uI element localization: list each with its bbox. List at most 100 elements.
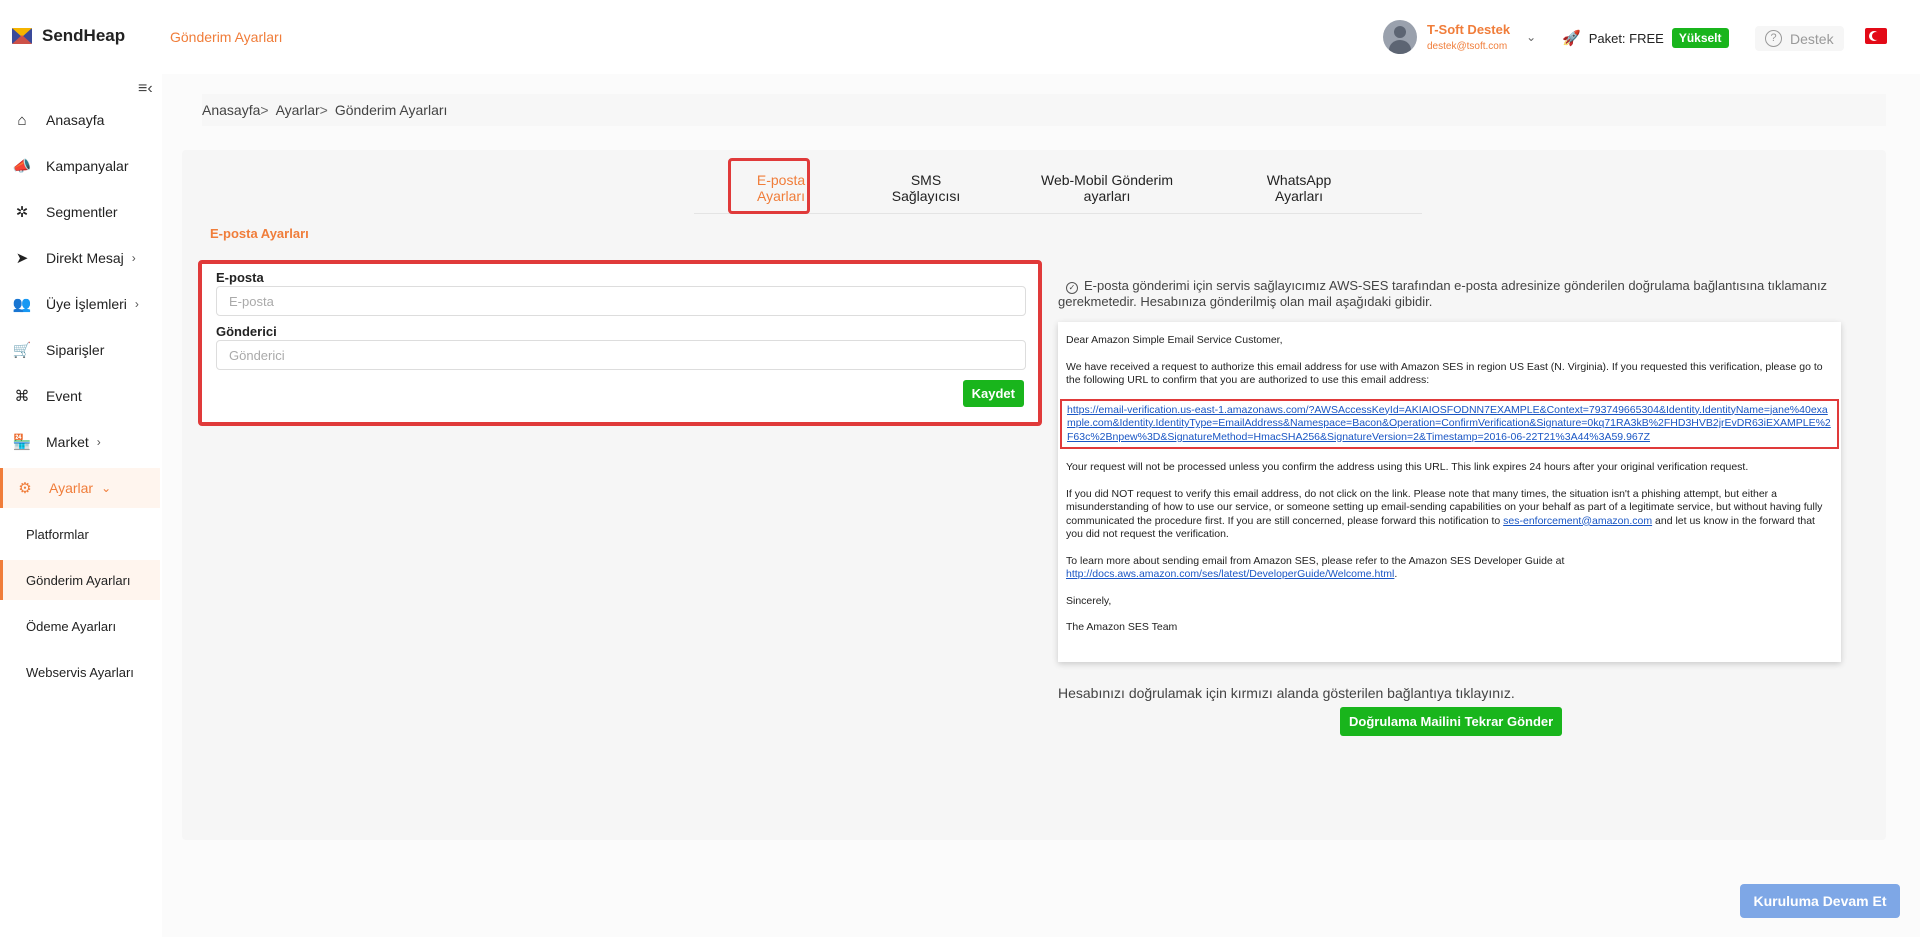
verification-link[interactable]: https://email-verification.us-east-1.ama… bbox=[1067, 404, 1831, 443]
app-name: SendHeap bbox=[42, 26, 126, 45]
sidebar-item-siparisler[interactable]: 🛒 Siparişler bbox=[0, 330, 160, 370]
package-label: Paket: FREE bbox=[1588, 30, 1664, 46]
user-menu[interactable]: T-Soft Destek destek@tsoft.com ⌄ bbox=[1373, 14, 1543, 60]
sample-email: Dear Amazon Simple Email Service Custome… bbox=[1058, 322, 1841, 662]
breadcrumb: Anasayfa > Ayarlar > Gönderim Ayarları bbox=[202, 94, 1886, 126]
sidebar-subitem-gonderim-ayarlari[interactable]: Gönderim Ayarları bbox=[0, 560, 160, 600]
info-text-content: E-posta gönderimi için servis sağlayıcım… bbox=[1058, 278, 1828, 309]
sidebar-item-kampanyalar[interactable]: 📣 Kampanyalar bbox=[0, 146, 160, 186]
breadcrumb-separator: > bbox=[319, 102, 328, 118]
breadcrumb-settings[interactable]: Ayarlar bbox=[276, 102, 320, 118]
tab-sms-provider[interactable]: SMS Sağlayıcısı bbox=[886, 172, 966, 204]
tab-web-mobile[interactable]: Web-Mobil Gönderim ayarları bbox=[1032, 172, 1182, 204]
send-icon: ➤ bbox=[15, 250, 29, 267]
email-paragraph: If you did NOT request to verify this em… bbox=[1066, 488, 1833, 542]
save-button[interactable]: Kaydet bbox=[962, 380, 1024, 407]
gear-icon: ⚙ bbox=[18, 480, 32, 497]
email-text: To learn more about sending email from A… bbox=[1066, 554, 1565, 567]
tab-whatsapp[interactable]: WhatsApp Ayarları bbox=[1254, 172, 1344, 204]
tab-label: Ayarları bbox=[1275, 188, 1323, 204]
sidebar-item-label: Üye İşlemleri bbox=[46, 296, 127, 312]
sidebar-item-label: Kampanyalar bbox=[46, 158, 129, 174]
home-icon: ⌂ bbox=[17, 111, 27, 129]
tab-label: Web-Mobil Gönderim bbox=[1040, 172, 1173, 188]
users-icon: 👥 bbox=[12, 296, 32, 313]
email-label: E-posta bbox=[216, 270, 264, 285]
verify-note: Hesabınızı doğrulamak için kırmızı aland… bbox=[1058, 685, 1515, 701]
sidebar-item-label: Event bbox=[46, 388, 82, 404]
sidebar-item-label: Direkt Mesaj bbox=[46, 250, 124, 266]
logo-icon bbox=[12, 28, 32, 44]
settings-card: E-posta Ayarları SMS Sağlayıcısı Web-Mob… bbox=[182, 150, 1886, 840]
upgrade-button[interactable]: Yükselt bbox=[1671, 28, 1729, 48]
sidebar-item-market[interactable]: 🏪 Market › bbox=[0, 422, 160, 462]
info-text: ✓ E-posta gönderimi için servis sağlayıcı… bbox=[1058, 278, 1878, 309]
sidebar-item-ayarlar[interactable]: ⚙ Ayarlar ⌄ bbox=[0, 468, 160, 508]
tab-label: WhatsApp bbox=[1266, 172, 1332, 188]
sidebar: ≡‹ ⌂ Anasayfa 📣 Kampanyalar ✲ Segmentler… bbox=[0, 74, 162, 937]
megaphone-icon: 📣 bbox=[12, 158, 32, 175]
sender-field[interactable] bbox=[216, 340, 1026, 370]
sidebar-item-uye-islemleri[interactable]: 👥 Üye İşlemleri › bbox=[0, 284, 160, 324]
store-icon: 🏪 bbox=[12, 434, 32, 451]
check-circle-icon: ✓ bbox=[1066, 282, 1078, 294]
continue-setup-button[interactable]: Kuruluma Devam Et bbox=[1740, 884, 1900, 918]
developer-guide-link[interactable]: http://docs.aws.amazon.com/ses/latest/De… bbox=[1066, 568, 1394, 580]
sidebar-subitem-platformlar[interactable]: Platformlar bbox=[0, 514, 160, 554]
user-name: T-Soft Destek bbox=[1427, 22, 1511, 37]
segments-icon: ✲ bbox=[15, 204, 29, 221]
app-logo[interactable]: SendHeap bbox=[12, 26, 125, 46]
resend-verification-button[interactable]: Doğrulama Mailini Tekrar Gönder bbox=[1340, 707, 1563, 736]
chevron-down-icon[interactable]: ⌄ bbox=[1526, 30, 1536, 44]
tab-label: Sağlayıcısı bbox=[891, 188, 961, 204]
support-label: Destek bbox=[1790, 30, 1834, 47]
chevron-down-icon: ⌄ bbox=[101, 481, 112, 495]
breadcrumb-separator: > bbox=[260, 102, 269, 118]
sidebar-item-label: Siparişler bbox=[46, 342, 105, 358]
sidebar-item-direkt-mesaj[interactable]: ➤ Direkt Mesaj › bbox=[0, 238, 160, 278]
email-field[interactable] bbox=[216, 286, 1026, 316]
enforcement-email-link[interactable]: ses-enforcement@amazon.com bbox=[1503, 515, 1652, 527]
verification-link-highlight: https://email-verification.us-east-1.ama… bbox=[1060, 398, 1839, 449]
avatar bbox=[1383, 20, 1417, 54]
sidebar-item-segmentler[interactable]: ✲ Segmentler bbox=[0, 192, 160, 232]
email-greeting: Dear Amazon Simple Email Service Custome… bbox=[1066, 334, 1283, 346]
command-icon: ⌘ bbox=[14, 388, 30, 405]
chevron-right-icon: › bbox=[96, 435, 101, 449]
page-title: Gönderim Ayarları bbox=[170, 29, 283, 45]
sidebar-subitem-odeme-ayarlari[interactable]: Ödeme Ayarları bbox=[0, 606, 160, 646]
sidebar-collapse-icon[interactable]: ≡‹ bbox=[138, 80, 153, 98]
sidebar-item-anasayfa[interactable]: ⌂ Anasayfa bbox=[0, 100, 160, 140]
email-paragraph: Your request will not be processed unles… bbox=[1066, 461, 1749, 473]
email-closing: Sincerely, bbox=[1066, 594, 1112, 607]
turkish-flag-icon[interactable] bbox=[1865, 28, 1887, 44]
email-settings-form: E-posta Gönderici Kaydet bbox=[198, 260, 1042, 426]
sender-label: Gönderici bbox=[216, 324, 277, 339]
package-info: 🚀 Paket: FREE Yükselt bbox=[1562, 28, 1729, 48]
email-paragraph: To learn more about sending email from A… bbox=[1066, 555, 1833, 582]
email-text: . bbox=[1394, 568, 1398, 580]
sidebar-item-label: Anasayfa bbox=[46, 112, 105, 128]
rocket-icon: 🚀 bbox=[1562, 30, 1581, 47]
main-content: Anasayfa > Ayarlar > Gönderim Ayarları E… bbox=[162, 74, 1920, 937]
sidebar-item-label: Segmentler bbox=[46, 204, 118, 220]
sidebar-item-label: Market bbox=[46, 434, 89, 450]
tab-label: SMS bbox=[910, 172, 942, 188]
breadcrumb-home[interactable]: Anasayfa bbox=[202, 102, 260, 118]
sidebar-item-label: Ayarlar bbox=[49, 480, 94, 496]
user-email: destek@tsoft.com bbox=[1427, 41, 1508, 52]
breadcrumb-current: Gönderim Ayarları bbox=[334, 102, 448, 118]
sidebar-subitem-webservis-ayarlari[interactable]: Webservis Ayarları bbox=[0, 652, 160, 692]
chevron-right-icon: › bbox=[134, 297, 139, 311]
cart-icon: 🛒 bbox=[12, 342, 32, 359]
support-button[interactable]: ? Destek bbox=[1755, 26, 1844, 51]
section-title: E-posta Ayarları bbox=[210, 226, 309, 241]
chevron-right-icon: › bbox=[131, 251, 136, 265]
tab-highlight-frame bbox=[728, 158, 810, 214]
email-signature: The Amazon SES Team bbox=[1066, 621, 1178, 633]
email-paragraph: We have received a request to authorize … bbox=[1066, 360, 1823, 387]
sidebar-item-event[interactable]: ⌘ Event bbox=[0, 376, 160, 416]
tab-label: ayarları bbox=[1083, 188, 1131, 204]
help-icon: ? bbox=[1765, 30, 1782, 47]
top-header: SendHeap Gönderim Ayarları T-Soft Destek… bbox=[0, 0, 1920, 74]
